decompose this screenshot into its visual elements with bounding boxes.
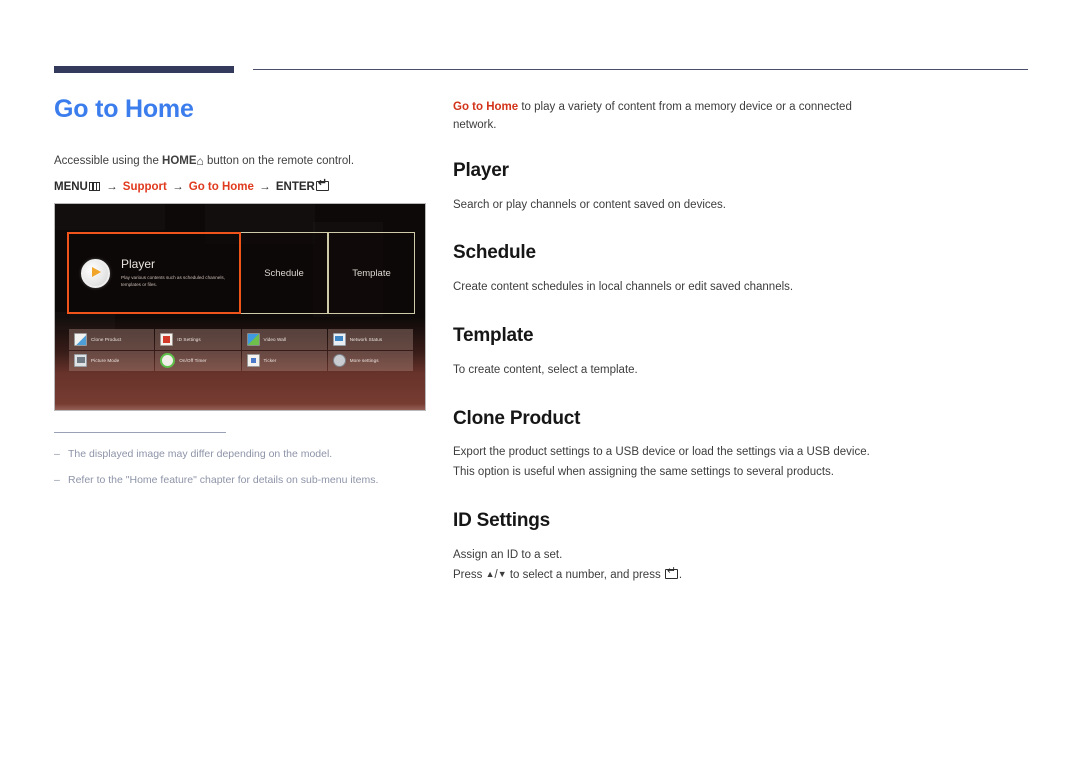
section-title-id-settings: ID Settings xyxy=(453,510,551,532)
menu-bars-icon xyxy=(88,181,100,191)
clone-product-icon xyxy=(74,332,87,346)
arrow-up-icon: ▲ xyxy=(485,568,495,579)
id-settings-period: . xyxy=(678,568,683,581)
enter-key-icon xyxy=(664,566,678,579)
left-column: Go to Home Accessible using the HOME⌂ bu… xyxy=(54,95,434,216)
menu-path-go-to-home: Go to Home xyxy=(188,180,254,193)
tv-subtile-label: ID Settings xyxy=(177,336,201,342)
id-settings-line-1: Assign an ID to a set. xyxy=(453,548,563,561)
id-settings-press: Press xyxy=(453,568,486,581)
picture-mode-icon xyxy=(74,354,87,368)
id-settings-mid: to select a number, and press xyxy=(506,568,664,581)
tv-subtile-video-wall[interactable]: Video Wall xyxy=(241,329,327,350)
network-status-icon xyxy=(332,332,346,346)
tv-subtile-clone-product[interactable]: Clone Product xyxy=(69,329,155,350)
id-settings-icon xyxy=(160,332,174,346)
accessible-prefix: Accessible using the xyxy=(54,154,163,167)
enter-key-icon xyxy=(315,178,329,191)
tv-main-tiles: Player Play various contents such as sch… xyxy=(67,232,415,314)
tv-screen-illustration: Player Play various contents such as sch… xyxy=(54,203,426,411)
tv-subtile-label: Network Status xyxy=(349,336,383,342)
tv-tile-template[interactable]: Template xyxy=(328,232,415,314)
tv-tile-schedule-label: Schedule xyxy=(264,267,304,279)
tv-subtile-label: Ticker xyxy=(263,358,277,364)
notes-divider xyxy=(54,432,226,433)
ticker-icon xyxy=(246,354,260,368)
section-body-template: To create content, select a template. xyxy=(453,363,638,376)
tv-blotch xyxy=(55,204,165,230)
tv-tile-schedule[interactable]: Schedule xyxy=(241,232,328,314)
arrow-down-icon: ▼ xyxy=(497,568,507,579)
tv-subtile-label: Picture Mode xyxy=(91,358,120,364)
menu-path-menu: MENU xyxy=(54,180,88,193)
clone-product-line-1: Export the product settings to a USB dev… xyxy=(453,446,870,459)
menu-path: MENU → Support → Go to Home → ENTER xyxy=(54,178,434,196)
tv-subtile-ticker[interactable]: Ticker xyxy=(241,350,327,371)
accessible-line: Accessible using the HOME⌂ button on the… xyxy=(54,152,434,170)
play-circle-icon xyxy=(81,258,110,288)
menu-path-support: Support xyxy=(122,180,167,193)
section-body-id-settings: Assign an ID to a set. Press ▲/▼ to selec… xyxy=(453,546,873,586)
tv-subtile-label: Clone Product xyxy=(91,336,122,342)
tv-subtile-on-off-timer[interactable]: On/Off Timer xyxy=(155,350,241,371)
tv-tile-player[interactable]: Player Play various contents such as sch… xyxy=(67,232,241,314)
tv-subtile-label: On/Off Timer xyxy=(179,358,207,364)
accessible-suffix: button on the remote control. xyxy=(203,154,355,167)
tv-subtile-label: Video Wall xyxy=(263,336,287,342)
header-rule-thick xyxy=(54,66,234,73)
section-title-player: Player xyxy=(453,159,509,181)
menu-path-enter: ENTER xyxy=(275,180,315,193)
section-body-schedule: Create content schedules in local channe… xyxy=(453,281,794,294)
home-button-label: HOME xyxy=(162,154,197,167)
lead-paragraph: Go to Home to play a variety of content … xyxy=(453,99,873,135)
clone-product-line-2: This option is useful when assigning the… xyxy=(453,466,834,479)
tv-subtile-label: More settings xyxy=(349,358,379,364)
on-off-timer-icon xyxy=(160,353,176,369)
lead-highlight: Go to Home xyxy=(453,101,519,113)
tv-subtile-picture-mode[interactable]: Picture Mode xyxy=(69,350,155,371)
video-wall-icon xyxy=(246,332,260,346)
tv-subtile-more-settings[interactable]: More settings xyxy=(327,350,413,371)
tv-tile-template-label: Template xyxy=(352,267,391,279)
more-settings-icon xyxy=(332,354,346,368)
section-body-player: Search or play channels or content saved… xyxy=(453,198,726,211)
tv-tile-player-title: Player xyxy=(121,256,156,271)
note-item: Refer to the "Home feature" chapter for … xyxy=(54,473,434,489)
right-column: Go to Home to play a variety of content … xyxy=(453,99,873,585)
section-title-clone-product: Clone Product xyxy=(453,407,581,429)
section-title-schedule: Schedule xyxy=(453,242,536,264)
tv-tile-player-description: Play various contents such as scheduled … xyxy=(121,274,225,288)
menu-path-arrow-2: → xyxy=(172,180,184,193)
home-icon: ⌂ xyxy=(196,153,204,168)
menu-path-arrow-3: → xyxy=(259,180,271,193)
section-body-clone-product: Export the product settings to a USB dev… xyxy=(453,443,873,483)
page-title: Go to Home xyxy=(54,95,194,123)
note-item: The displayed image may differ depending… xyxy=(54,447,434,463)
tv-subtile-network-status[interactable]: Network Status xyxy=(327,329,413,350)
section-title-template: Template xyxy=(453,324,534,346)
notes-block: The displayed image may differ depending… xyxy=(54,432,434,499)
header-rule-thin xyxy=(253,69,1028,70)
tv-sub-tiles: Clone Product ID Settings Video Wall Net… xyxy=(69,329,413,371)
tv-blotch xyxy=(55,312,115,330)
tv-subtile-id-settings[interactable]: ID Settings xyxy=(155,329,241,350)
tv-tile-player-text: Player Play various contents such as sch… xyxy=(121,256,239,288)
menu-path-arrow-1: → xyxy=(106,180,118,193)
